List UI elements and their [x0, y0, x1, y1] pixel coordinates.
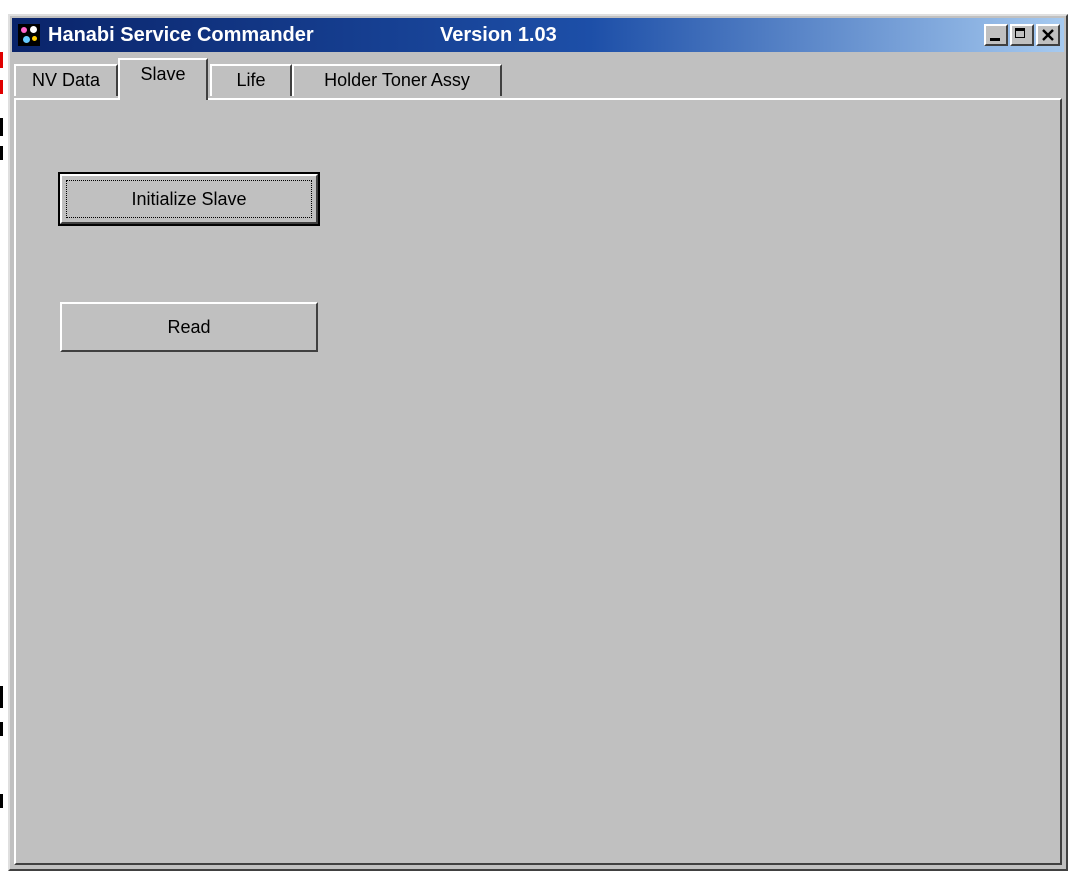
maximize-button[interactable] [1010, 24, 1034, 46]
edge-mark [0, 686, 3, 708]
title-bar[interactable]: Hanabi Service Commander Version 1.03 [12, 18, 1064, 52]
tab-holder-toner-assy[interactable]: Holder Toner Assy [292, 64, 502, 96]
minimize-icon [990, 38, 1000, 41]
edge-mark [0, 722, 3, 736]
edge-mark [0, 146, 3, 160]
maximize-icon [1015, 28, 1025, 38]
close-button[interactable] [1036, 24, 1060, 46]
app-window: Hanabi Service Commander Version 1.03 NV… [8, 14, 1068, 871]
window-title: Hanabi Service Commander [48, 24, 314, 46]
read-button[interactable]: Read [60, 302, 318, 352]
initialize-slave-button[interactable]: Initialize Slave [58, 172, 320, 226]
version-label: Version 1.03 [440, 24, 557, 46]
edge-mark [0, 80, 3, 94]
close-icon [1042, 29, 1054, 41]
app-icon[interactable] [18, 24, 40, 46]
tab-slave[interactable]: Slave [118, 58, 208, 100]
edge-mark [0, 52, 3, 68]
edge-mark [0, 794, 3, 808]
tab-life[interactable]: Life [210, 64, 292, 96]
minimize-button[interactable] [984, 24, 1008, 46]
tab-nv-data[interactable]: NV Data [14, 64, 118, 96]
slave-panel: Initialize Slave Read [14, 98, 1062, 865]
focus-ring [66, 180, 312, 218]
edge-mark [0, 118, 3, 136]
read-label: Read [167, 316, 211, 337]
